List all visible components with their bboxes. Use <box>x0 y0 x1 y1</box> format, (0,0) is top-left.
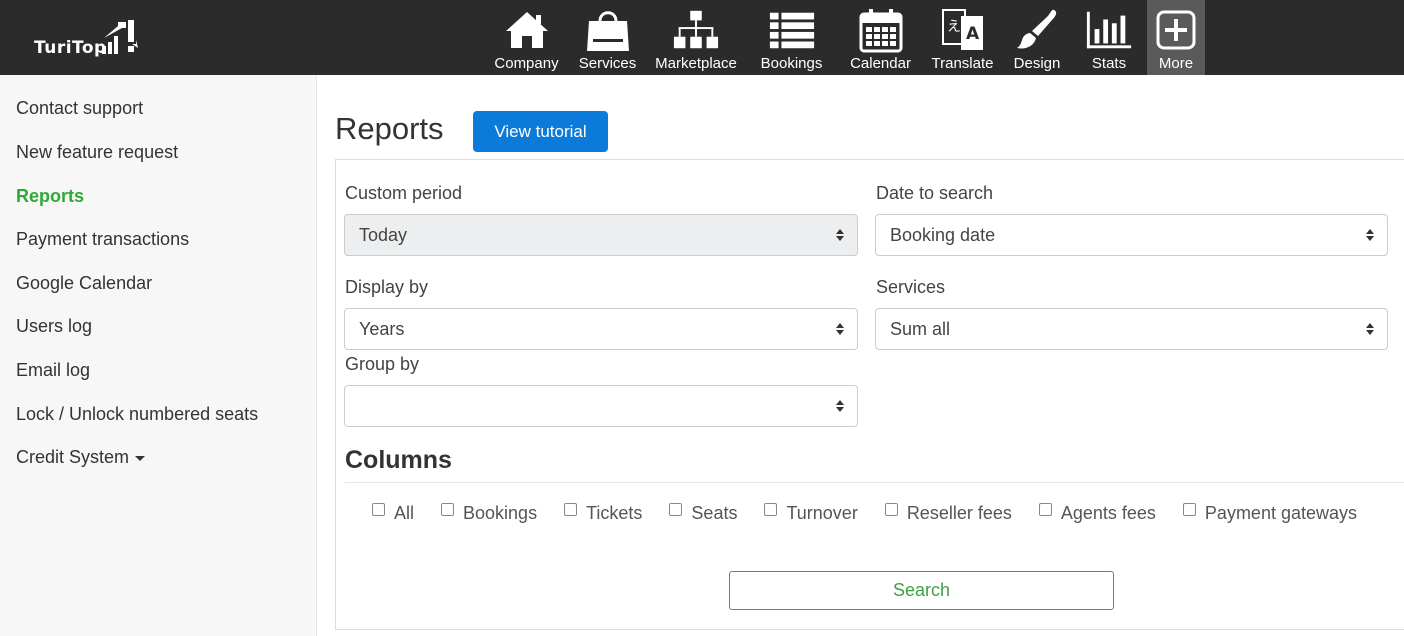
nav-company[interactable]: Company <box>486 0 567 75</box>
checkbox-box[interactable] <box>764 503 778 516</box>
custom-period-label: Custom period <box>345 183 463 203</box>
top-navigation-bar: TuriTop Company Services Marketplace Boo… <box>0 0 1404 75</box>
nav-translate[interactable]: え A Translate <box>922 0 1003 75</box>
turitop-logo[interactable]: TuriTop <box>34 14 154 60</box>
date-to-search-select[interactable]: Booking date <box>875 214 1388 256</box>
sidebar-item-lock-unlock-seats[interactable]: Lock / Unlock numbered seats <box>16 404 258 425</box>
checkbox-label: Reseller fees <box>906 503 1012 523</box>
checkbox-turnover[interactable]: Turnover <box>764 503 858 524</box>
checkbox-box[interactable] <box>1038 503 1052 516</box>
checkbox-label: Seats <box>691 503 738 523</box>
sidebar: Contact support New feature request Repo… <box>0 75 317 636</box>
checkbox-reseller-fees[interactable]: Reseller fees <box>884 503 1012 524</box>
nav-services[interactable]: Services <box>567 0 648 75</box>
nav-stats[interactable]: Stats <box>1071 0 1147 75</box>
sidebar-item-new-feature-request[interactable]: New feature request <box>16 142 178 163</box>
sidebar-item-label: Credit System <box>16 447 130 467</box>
nav-label: Marketplace <box>655 55 737 72</box>
sidebar-item-contact-support[interactable]: Contact support <box>16 98 143 119</box>
sitemap-icon <box>672 5 720 55</box>
view-tutorial-button[interactable]: View tutorial <box>473 111 608 152</box>
translate-icon: え A <box>939 5 987 55</box>
sidebar-item-credit-system[interactable]: Credit System <box>16 447 146 468</box>
sidebar-item-payment-transactions[interactable]: Payment transactions <box>16 229 189 250</box>
select-value: Today <box>359 225 408 245</box>
calendar-icon <box>857 5 905 55</box>
checkbox-box[interactable] <box>669 503 683 516</box>
list-icon <box>768 5 816 55</box>
checkbox-box[interactable] <box>564 503 578 516</box>
custom-period-select[interactable]: Today <box>344 214 858 256</box>
nav-more[interactable]: More <box>1147 0 1205 75</box>
bar-chart-icon <box>1085 5 1133 55</box>
main-nav: Company Services Marketplace Bookings Ca… <box>486 0 1205 75</box>
nav-label: Bookings <box>760 55 823 72</box>
caret-down-icon <box>135 455 146 461</box>
sidebar-item-google-calendar[interactable]: Google Calendar <box>16 273 152 294</box>
checkbox-seats[interactable]: Seats <box>669 503 737 524</box>
nav-calendar[interactable]: Calendar <box>839 0 922 75</box>
checkbox-all[interactable]: All <box>372 503 414 524</box>
columns-heading: Columns <box>345 446 452 474</box>
page-title: Reports <box>335 111 444 146</box>
display-by-select[interactable]: Years <box>344 308 858 350</box>
group-by-label: Group by <box>345 354 420 374</box>
nav-marketplace[interactable]: Marketplace <box>648 0 744 75</box>
svg-text:A: A <box>966 24 980 44</box>
nav-label: Company <box>494 55 559 72</box>
columns-divider <box>345 482 1404 483</box>
checkbox-label: Turnover <box>786 503 858 523</box>
checkbox-label: Tickets <box>586 503 643 523</box>
checkbox-box[interactable] <box>884 503 898 516</box>
logo-text: TuriTop <box>34 38 107 58</box>
nav-bookings[interactable]: Bookings <box>744 0 839 75</box>
nav-label: Stats <box>1091 55 1127 72</box>
columns-checkbox-row: All Bookings Tickets Seats Turnover Rese… <box>372 503 1357 524</box>
logo-chart-icon <box>102 20 138 54</box>
sidebar-item-reports[interactable]: Reports <box>16 186 84 207</box>
nav-label: More <box>1158 55 1194 72</box>
plus-square-icon <box>1152 5 1200 55</box>
nav-design[interactable]: Design <box>1003 0 1071 75</box>
date-to-search-label: Date to search <box>876 183 994 203</box>
group-by-select[interactable] <box>344 385 858 427</box>
checkbox-label: Payment gateways <box>1204 503 1357 523</box>
checkbox-bookings[interactable]: Bookings <box>441 503 537 524</box>
nav-label: Services <box>578 55 637 72</box>
svg-text:え: え <box>947 19 961 35</box>
select-value: Years <box>359 319 405 339</box>
select-arrows-icon <box>836 229 844 241</box>
nav-label: Translate <box>931 55 994 72</box>
checkbox-box[interactable] <box>441 503 455 516</box>
checkbox-tickets[interactable]: Tickets <box>564 503 642 524</box>
select-arrows-icon <box>1366 323 1374 335</box>
services-select[interactable]: Sum all <box>875 308 1388 350</box>
checkbox-box[interactable] <box>1182 503 1196 516</box>
services-label: Services <box>876 277 946 297</box>
sidebar-item-users-log[interactable]: Users log <box>16 316 92 337</box>
select-arrows-icon <box>1366 229 1374 241</box>
nav-label: Design <box>1013 55 1061 72</box>
checkbox-label: Agents fees <box>1060 503 1156 523</box>
paintbrush-icon <box>1013 5 1061 55</box>
checkbox-label: All <box>394 503 415 523</box>
search-button[interactable]: Search <box>729 571 1114 610</box>
select-arrows-icon <box>836 323 844 335</box>
home-icon <box>503 5 551 55</box>
sidebar-item-email-log[interactable]: Email log <box>16 360 90 381</box>
display-by-label: Display by <box>345 277 429 297</box>
select-value: Sum all <box>890 319 951 339</box>
checkbox-box[interactable] <box>372 503 385 516</box>
shopping-bag-icon <box>584 5 632 55</box>
select-arrows-icon <box>836 400 844 412</box>
checkbox-label: Bookings <box>463 503 538 523</box>
checkbox-agents-fees[interactable]: Agents fees <box>1038 503 1156 524</box>
select-value: Booking date <box>890 225 996 245</box>
checkbox-payment-gateways[interactable]: Payment gateways <box>1182 503 1357 524</box>
nav-label: Calendar <box>850 55 911 72</box>
